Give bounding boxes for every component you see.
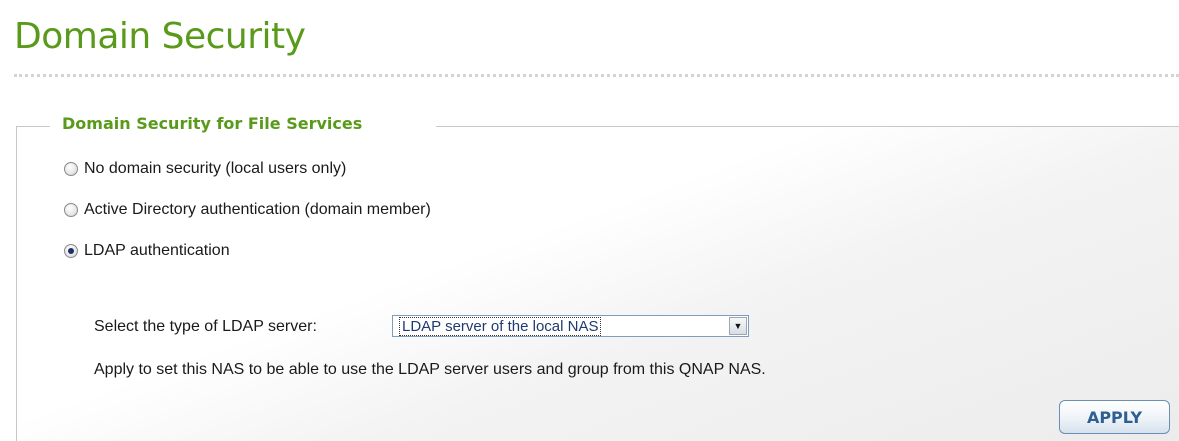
radio-option-label: LDAP authentication	[84, 242, 230, 259]
radio-option-label: No domain security (local users only)	[84, 160, 347, 177]
page-title: Domain Security	[14, 16, 306, 57]
fieldset-border-vertical	[16, 126, 17, 441]
radio-button-icon[interactable]	[64, 162, 78, 176]
radio-option-no-domain-security[interactable]: No domain security (local users only)	[64, 160, 346, 178]
radio-button-checked-icon[interactable]	[64, 244, 78, 258]
radio-option-active-directory[interactable]: Active Directory authentication (domain …	[64, 201, 431, 219]
radio-option-label: Active Directory authentication (domain …	[84, 201, 431, 218]
apply-button[interactable]: APPLY	[1059, 400, 1170, 434]
ldap-server-type-label: Select the type of LDAP server:	[94, 318, 317, 335]
radio-button-icon[interactable]	[64, 203, 78, 217]
fieldset-border-right	[436, 126, 1179, 127]
title-divider	[14, 74, 1179, 77]
ldap-server-type-select[interactable]: LDAP server of the local NAS ▼	[392, 315, 749, 337]
fieldset-border-left	[16, 126, 50, 127]
radio-option-ldap[interactable]: LDAP authentication	[64, 242, 230, 260]
select-current-value: LDAP server of the local NAS	[399, 316, 602, 336]
fieldset-legend: Domain Security for File Services	[62, 114, 363, 133]
ldap-description: Apply to set this NAS to be able to use …	[94, 361, 766, 378]
chevron-down-icon[interactable]: ▼	[729, 317, 747, 335]
